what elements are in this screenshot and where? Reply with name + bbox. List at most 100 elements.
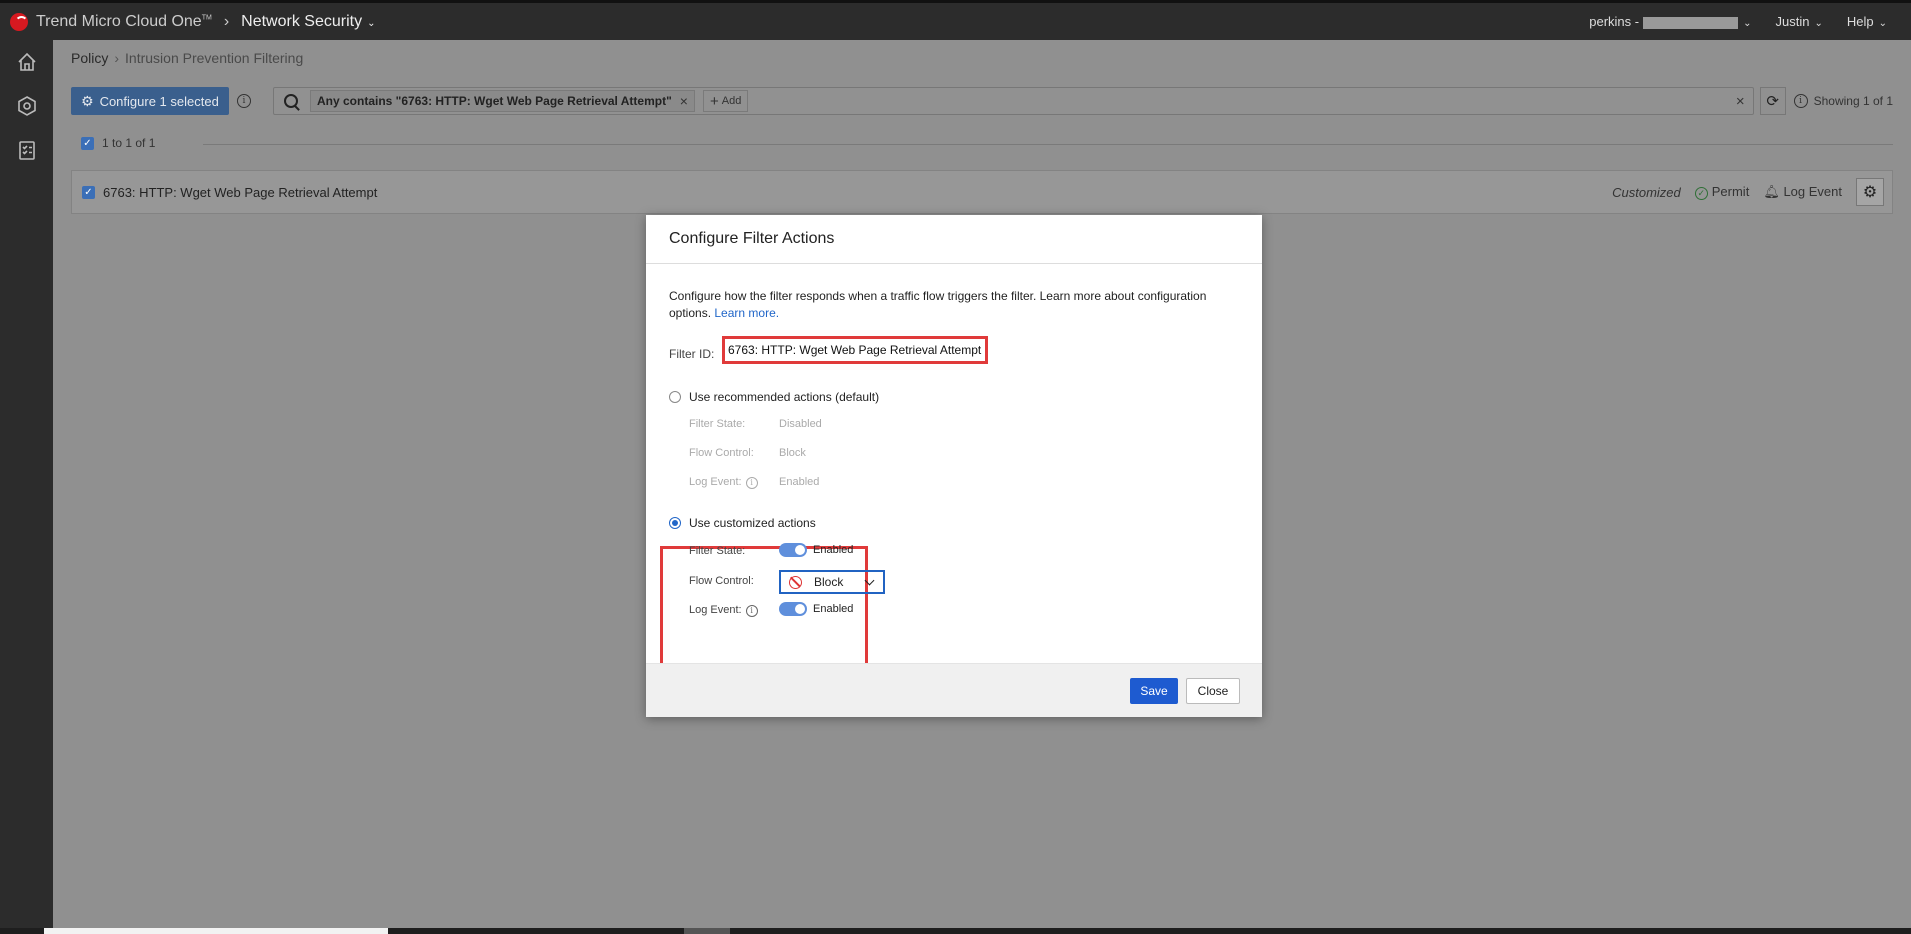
configure-filter-actions-dialog: Configure Filter Actions Configure how t… [646, 215, 1262, 717]
filter-state-toggle[interactable] [779, 543, 807, 557]
clipboard-checklist-icon [18, 141, 35, 160]
info-icon[interactable]: i [1793, 94, 1808, 108]
cust-filter-state: Filter State: Enabled [689, 543, 853, 557]
select-all-row: ✓ 1 to 1 of 1 [81, 136, 155, 150]
toolbar: ⚙ Configure 1 selected i Any contains "67… [71, 86, 1893, 116]
customized-status: Customized [1612, 184, 1681, 200]
rec-log-event-value: Enabled [779, 476, 820, 488]
help-label: Help [1846, 14, 1874, 29]
breadcrumb-policy[interactable]: Policy [71, 50, 108, 66]
refresh-button[interactable]: ⟳ [1759, 87, 1786, 115]
selection-range: 1 to 1 of 1 [102, 136, 156, 150]
filter-chip[interactable]: Any contains "6763: HTTP: Wget Web Page … [310, 90, 695, 112]
flow-control-value: Block [814, 575, 844, 589]
brand-text: Trend Micro Cloud One [36, 12, 202, 30]
rec-flow-control-label: Flow Control: [689, 447, 754, 459]
trend-micro-ball-icon [10, 12, 28, 31]
redacted-account-id [1643, 16, 1739, 29]
rec-flow-control: Flow Control: Block [689, 447, 806, 459]
check-circle-icon: ✓ [1694, 187, 1708, 200]
recommended-radio[interactable] [669, 391, 681, 403]
info-icon[interactable]: i [745, 605, 758, 617]
learn-more-link[interactable]: Learn more. [714, 306, 779, 320]
taskbar-strip [0, 928, 1911, 934]
customized-label: Use customized actions [689, 516, 816, 530]
cust-log-event-label: Log Event: [689, 604, 742, 616]
top-bar: Trend Micro Cloud OneTM › Network Securi… [0, 0, 1911, 40]
save-button[interactable]: Save [1130, 677, 1178, 704]
bell-icon: 🔔︎ [1763, 184, 1780, 199]
nav-network[interactable] [0, 84, 53, 128]
showing-label: Showing 1 of 1 [1813, 94, 1893, 108]
gear-icon: ⚙ [81, 92, 94, 109]
info-icon[interactable]: i [237, 94, 251, 108]
rec-filter-state: Filter State: Disabled [689, 418, 822, 430]
row-checkbox[interactable]: ✓ [82, 185, 95, 199]
add-filter-button[interactable]: + Add [702, 90, 749, 112]
filter-id-value: 6763: HTTP: Wget Web Page Retrieval Atte… [722, 336, 988, 364]
row-settings-button[interactable]: ⚙ [1856, 178, 1884, 206]
chevron-down-icon: ⌄ [367, 17, 376, 29]
recommended-label: Use recommended actions (default) [689, 390, 880, 404]
select-all-checkbox[interactable]: ✓ [81, 136, 94, 150]
cust-filter-state-label: Filter State: [689, 545, 746, 557]
left-nav-rail [0, 40, 53, 934]
nav-checklist[interactable] [0, 128, 53, 172]
gear-icon: ⚙ [1862, 184, 1878, 201]
brand-name: Trend Micro Cloud OneTM [36, 13, 212, 31]
network-hex-icon [17, 96, 36, 116]
filter-state-toggle-group[interactable]: Enabled [779, 543, 853, 557]
filter-name: 6763: HTTP: Wget Web Page Retrieval Atte… [103, 184, 378, 200]
recommended-actions-option[interactable]: Use recommended actions (default) [669, 390, 879, 404]
log-event-status: 🔔︎ Log Event [1763, 184, 1842, 200]
add-label: Add [721, 95, 742, 107]
filter-row[interactable]: ✓ 6763: HTTP: Wget Web Page Retrieval At… [71, 170, 1893, 214]
breadcrumb-separator: › [114, 50, 120, 66]
rec-log-event-label: Log Event: [689, 476, 742, 488]
configure-label: Configure 1 selected [99, 93, 219, 109]
trend-micro-logo[interactable]: Trend Micro Cloud OneTM [10, 12, 212, 31]
chevron-down-icon [864, 575, 875, 585]
filter-chip-label: Any contains "6763: HTTP: Wget Web Page … [317, 94, 672, 108]
rec-filter-state-label: Filter State: [689, 418, 746, 430]
permit-label: Permit [1711, 184, 1750, 199]
chevron-down-icon: ⌄ [1878, 18, 1887, 29]
help-menu[interactable]: Help ⌄ [1847, 14, 1887, 29]
account-label: perkins - [1589, 14, 1640, 29]
filter-state-value: Enabled [813, 543, 854, 556]
divider [203, 144, 1893, 145]
search-filter-bar[interactable]: Any contains "6763: HTTP: Wget Web Page … [273, 87, 1754, 115]
cust-flow-control: Flow Control: Block [689, 570, 885, 594]
remove-chip-icon[interactable]: × [680, 93, 688, 109]
search-icon [284, 94, 298, 108]
log-event-toggle-group[interactable]: Enabled [779, 602, 853, 616]
rec-filter-state-value: Disabled [779, 418, 822, 430]
customized-actions-option[interactable]: Use customized actions [669, 516, 816, 530]
clear-search-icon[interactable]: × [1736, 93, 1745, 110]
rec-flow-control-value: Block [779, 447, 806, 459]
trademark: TM [201, 14, 212, 22]
permit-action: ✓ Permit [1694, 184, 1750, 200]
flow-control-select[interactable]: Block [779, 570, 885, 594]
user-name: Justin [1775, 14, 1810, 29]
chevron-right-icon: › [223, 12, 230, 30]
configure-selected-button[interactable]: ⚙ Configure 1 selected [71, 87, 229, 115]
breadcrumb-current: Intrusion Prevention Filtering [125, 50, 304, 66]
info-icon[interactable]: i [745, 477, 758, 489]
product-switcher[interactable]: Network Security ⌄ [241, 13, 375, 31]
dialog-body: Configure how the filter responds when a… [646, 264, 1262, 710]
taskbar-segment [684, 928, 730, 934]
home-icon [17, 52, 36, 71]
chevron-down-icon: ⌄ [1814, 18, 1823, 29]
log-event-toggle[interactable] [779, 602, 807, 616]
dialog-description: Configure how the filter responds when a… [669, 288, 1239, 322]
customized-radio[interactable] [669, 517, 681, 529]
cust-log-event: Log Event: i Enabled [689, 602, 853, 617]
nav-home[interactable] [0, 40, 53, 84]
close-button[interactable]: Close [1186, 677, 1240, 704]
log-event-value: Enabled [813, 602, 854, 615]
account-switcher[interactable]: perkins - ⌄ [1589, 14, 1751, 29]
breadcrumb: Policy › Intrusion Prevention Filtering [71, 50, 303, 66]
user-menu[interactable]: Justin ⌄ [1776, 14, 1823, 29]
refresh-icon: ⟳ [1766, 93, 1779, 110]
